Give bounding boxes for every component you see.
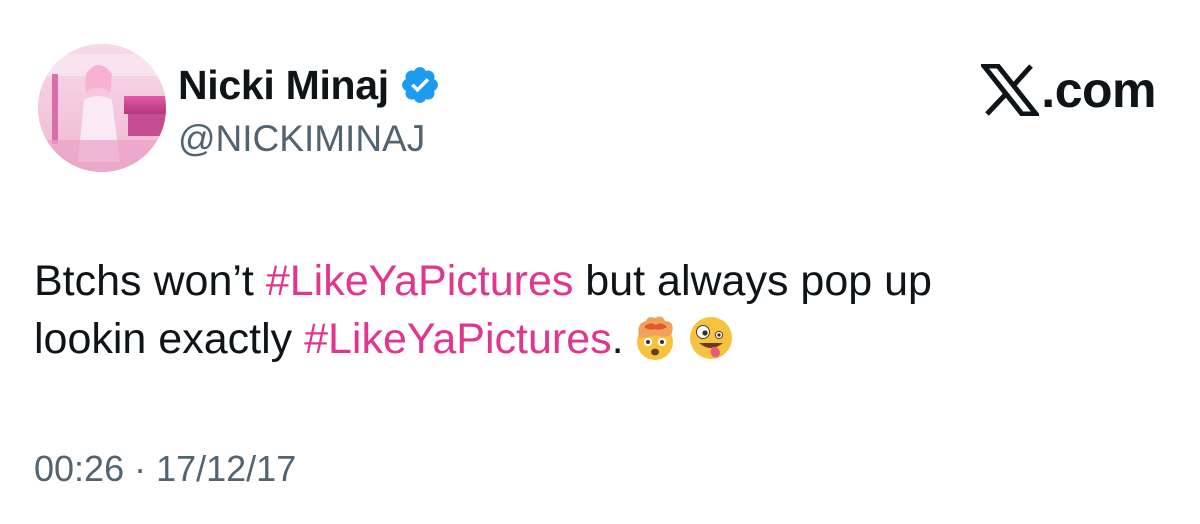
- tweet-text-segment: .: [611, 315, 624, 363]
- hashtag-link[interactable]: #LikeYaPictures: [304, 315, 612, 363]
- tweet-text-segment: Btchs won’t: [34, 257, 266, 305]
- site-domain-label: .com: [1041, 62, 1156, 118]
- tweet-text-segment: but always pop up: [573, 257, 932, 305]
- x-logo[interactable]: .com: [979, 62, 1156, 118]
- tweet-time: 00:26: [34, 448, 125, 489]
- tweet-text-segment: lookin exactly: [34, 315, 305, 363]
- tweet-date: 17/12/17: [156, 448, 297, 489]
- avatar[interactable]: [38, 44, 166, 172]
- tweet-timestamp[interactable]: 00:26 · 17/12/17: [34, 448, 296, 490]
- tweet-card: Nicki Minaj @NICKIMINAJ .com Btchs won’t…: [0, 0, 1200, 524]
- user-handle[interactable]: @NICKIMINAJ: [178, 118, 425, 160]
- tweet-line-2: lookin exactly #LikeYaPictures.: [34, 310, 1174, 368]
- zany-face-emoji-icon: [686, 313, 736, 363]
- hashtag-link[interactable]: #LikeYaPictures: [266, 257, 574, 305]
- display-name[interactable]: Nicki Minaj: [178, 62, 389, 109]
- profile-photo: [38, 44, 166, 172]
- timestamp-separator: ·: [124, 448, 157, 489]
- tweet-line-1: Btchs won’t #LikeYaPictures but always p…: [34, 252, 1174, 310]
- tweet-text: Btchs won’t #LikeYaPictures but always p…: [34, 252, 1174, 368]
- exploding-head-emoji-icon: [630, 313, 680, 363]
- verified-badge-icon: [399, 64, 441, 106]
- author-name-row: Nicki Minaj: [178, 60, 441, 110]
- x-logo-icon: [979, 63, 1042, 117]
